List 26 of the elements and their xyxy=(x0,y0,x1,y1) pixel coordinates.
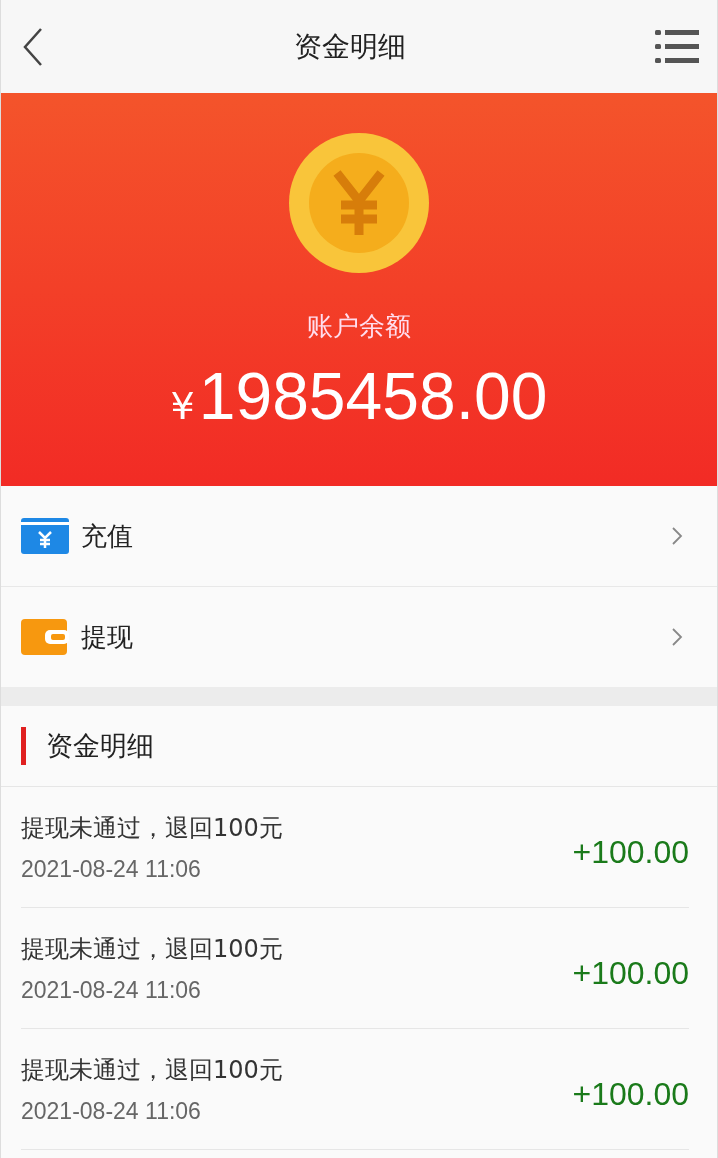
chevron-icon xyxy=(671,627,683,647)
menu-item[interactable]: 充值 xyxy=(1,486,717,587)
coin-icon xyxy=(289,133,429,273)
page-title: 资金明细 xyxy=(294,28,406,65)
record-description: 提现未通过，退回100元 xyxy=(21,933,283,965)
menu-icon[interactable] xyxy=(655,29,699,64)
wallet-icon xyxy=(21,619,69,655)
record-description: 提现未通过，退回100元 xyxy=(21,812,283,844)
accent-bar xyxy=(21,727,26,765)
balance-label: 账户余额 xyxy=(307,310,411,343)
record-amount: +100.00 xyxy=(572,1075,689,1113)
record-time: 2021-08-24 11:06 xyxy=(21,1097,202,1125)
balance-amount: 1985458.00 xyxy=(198,358,548,434)
record-time: 2021-08-24 11:06 xyxy=(21,976,202,1004)
record-time: 2021-08-24 11:06 xyxy=(21,855,202,883)
currency-symbol: ¥ xyxy=(170,384,195,428)
chevron-icon xyxy=(671,526,683,546)
menu-label: 提现 xyxy=(81,620,134,654)
record-description: 提现未通过，退回100元 xyxy=(21,1054,283,1086)
back-icon[interactable] xyxy=(21,26,45,67)
section-title: 资金明细 xyxy=(46,729,154,763)
record-amount: +100.00 xyxy=(572,833,689,871)
menu-item[interactable]: 提现 xyxy=(1,587,717,687)
card-icon xyxy=(21,518,69,554)
record-amount: +100.00 xyxy=(572,954,689,992)
menu-label: 充值 xyxy=(81,519,134,553)
